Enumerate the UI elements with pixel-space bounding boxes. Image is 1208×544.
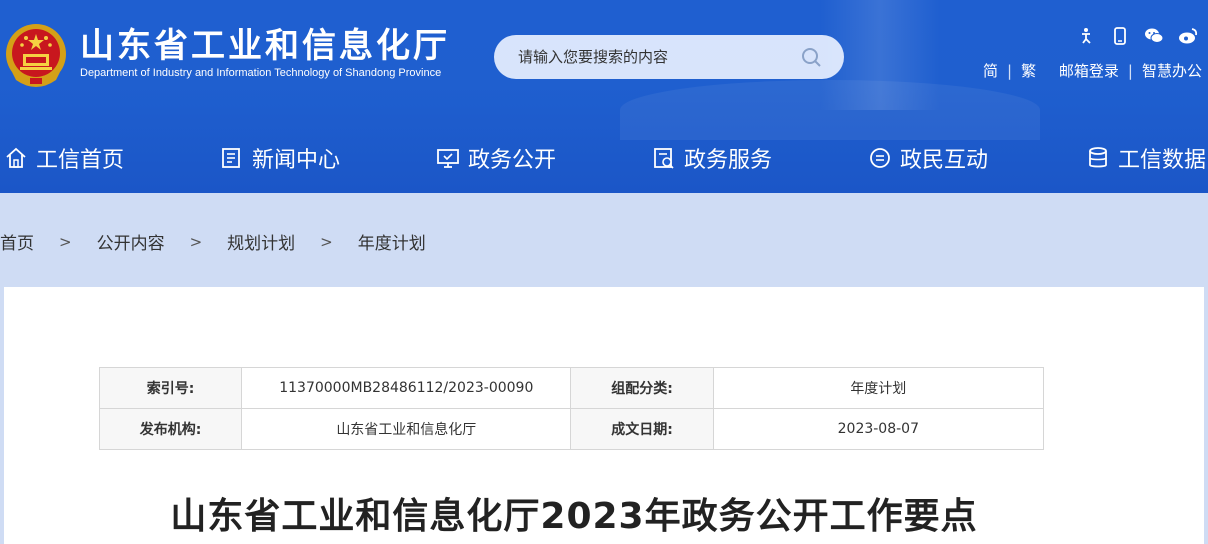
category-value: 年度计划 — [712, 367, 1045, 409]
chat-icon — [870, 148, 890, 168]
nav-item-news[interactable]: 新闻中心 — [220, 142, 340, 174]
main-nav: 工信首页 新闻中心 政务公开 政务服务 政民互动 工信数据 — [0, 124, 1208, 193]
national-emblem-icon[interactable] — [4, 22, 68, 88]
nav-item-label: 工信首页 — [36, 148, 125, 173]
index-value: 11370000MB28486112/2023-00090 — [241, 367, 572, 409]
link-separator: | — [1127, 61, 1133, 80]
breadcrumb-separator: > — [59, 232, 72, 251]
link-separator — [1045, 62, 1050, 80]
site-header: 山东省工业和信息化厅 Department of Industry and In… — [0, 0, 1208, 193]
site-subtitle: Department of Industry and Information T… — [80, 67, 442, 79]
breadcrumb-separator: > — [189, 232, 203, 251]
nav-item-label: 政务服务 — [684, 148, 773, 173]
mobile-icon[interactable] — [1110, 26, 1130, 46]
nav-item-label: 新闻中心 — [252, 148, 341, 173]
service-icon — [654, 148, 674, 169]
publisher-label: 发布机构: — [98, 408, 243, 450]
traditional-chinese-link[interactable]: 繁 — [1021, 60, 1036, 81]
nav-item-label: 政民互动 — [900, 148, 989, 173]
monitor-icon — [437, 149, 459, 168]
breadcrumb: 首页 > 公开内容 > 规划计划 > 年度计划 — [0, 229, 426, 255]
mail-login-link[interactable]: 邮箱登录 — [1059, 60, 1119, 81]
breadcrumb-annual-plan[interactable]: 年度计划 — [358, 229, 426, 254]
table-row: 发布机构: 山东省工业和信息化厅 成文日期: 2023-08-07 — [98, 408, 1045, 450]
breadcrumb-separator: > — [320, 232, 333, 251]
nav-item-label: 工信数据 — [1118, 148, 1207, 173]
index-label: 索引号: — [98, 367, 243, 409]
nav-item-interaction[interactable]: 政民互动 — [868, 142, 988, 174]
nav-item-home[interactable]: 工信首页 — [4, 142, 124, 174]
nav-item-gov-affairs[interactable]: 政务公开 — [436, 142, 556, 174]
category-label: 组配分类: — [570, 367, 714, 409]
publisher-value: 山东省工业和信息化厅 — [241, 408, 572, 450]
site-title[interactable]: 山东省工业和信息化厅 — [80, 26, 450, 66]
search-box — [494, 35, 844, 79]
search-input[interactable] — [518, 48, 788, 66]
link-separator: | — [1007, 61, 1013, 80]
weibo-icon[interactable] — [1178, 26, 1198, 46]
table-row: 索引号: 11370000MB28486112/2023-00090 组配分类:… — [98, 367, 1045, 409]
smart-office-link[interactable]: 智慧办公 — [1142, 60, 1202, 81]
nav-item-gov-service[interactable]: 政务服务 — [652, 142, 772, 174]
date-value: 2023-08-07 — [712, 408, 1045, 450]
simplified-chinese-link[interactable]: 简 — [983, 60, 998, 81]
news-icon — [222, 148, 240, 168]
content-panel: 索引号: 11370000MB28486112/2023-00090 组配分类:… — [4, 287, 1204, 544]
breadcrumb-public-content[interactable]: 公开内容 — [97, 229, 165, 254]
nav-item-label: 政务公开 — [468, 148, 557, 173]
nav-item-data[interactable]: 工信数据 — [1086, 142, 1206, 174]
search-icon[interactable] — [800, 46, 822, 68]
accessibility-icon[interactable] — [1076, 26, 1096, 46]
home-icon — [6, 147, 26, 168]
document-title: 山东省工业和信息化厅2023年政务公开工作要点 — [170, 496, 978, 537]
top-icon-bar — [1076, 26, 1198, 46]
breadcrumb-planning[interactable]: 规划计划 — [227, 229, 295, 254]
document-meta-table: 索引号: 11370000MB28486112/2023-00090 组配分类:… — [98, 367, 1045, 450]
database-icon — [1089, 147, 1107, 168]
date-label: 成文日期: — [570, 408, 714, 450]
top-links: 简 | 繁 邮箱登录 | 智慧办公 — [983, 60, 1202, 81]
breadcrumb-home[interactable]: 首页 — [0, 229, 34, 254]
wechat-icon[interactable] — [1144, 26, 1164, 46]
